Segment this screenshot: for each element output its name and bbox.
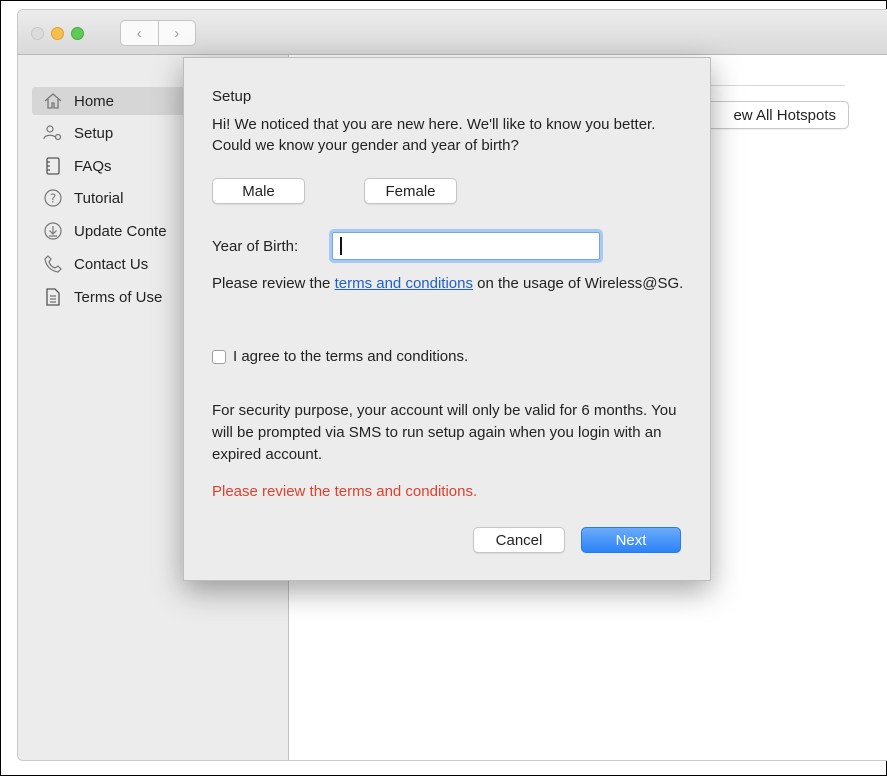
sidebar-item-setup[interactable]: Setup xyxy=(42,119,113,147)
dialog-title: Setup xyxy=(212,88,252,105)
year-of-birth-label: Year of Birth: xyxy=(212,238,299,255)
terms-link[interactable]: terms and conditions xyxy=(335,275,473,292)
forward-button[interactable]: › xyxy=(157,21,196,45)
sidebar-item-label: Setup xyxy=(74,124,114,142)
next-button[interactable]: Next xyxy=(581,527,681,553)
sidebar-item-label: Update Conte xyxy=(74,222,167,240)
chevron-right-icon: › xyxy=(174,24,180,42)
svg-text:?: ? xyxy=(50,192,56,206)
document-icon xyxy=(42,286,64,308)
navigation-buttons: ‹ › xyxy=(120,20,196,46)
sidebar-item-terms-of-use[interactable]: Terms of Use xyxy=(42,283,162,311)
security-notice: For security purpose, your account will … xyxy=(212,402,677,463)
phone-icon xyxy=(42,253,64,275)
review-suffix: on the usage of Wireless@SG. xyxy=(472,275,684,292)
download-icon xyxy=(42,220,64,242)
agree-terms-label[interactable]: I agree to the terms and conditions. xyxy=(233,348,468,365)
view-all-hotspots-button[interactable]: ew All Hotspots xyxy=(689,101,849,129)
chevron-left-icon: ‹ xyxy=(136,24,142,42)
terms-review-text: Please review the terms and conditions o… xyxy=(212,271,694,296)
zoom-window-button[interactable] xyxy=(71,27,84,40)
home-icon xyxy=(42,90,64,112)
error-message: Please review the terms and conditions. xyxy=(212,483,478,500)
help-icon: ? xyxy=(42,187,64,209)
agree-terms-checkbox[interactable] xyxy=(212,349,226,364)
sidebar-item-label: Contact Us xyxy=(74,255,149,273)
faqs-icon xyxy=(42,155,64,177)
male-button[interactable]: Male xyxy=(212,178,305,204)
sidebar-item-label: Home xyxy=(74,92,115,110)
minimize-window-button[interactable] xyxy=(51,27,64,40)
title-bar: ‹ › xyxy=(18,10,887,55)
dialog-intro-text: Hi! We noticed that you are new here. We… xyxy=(212,116,656,154)
year-of-birth-input[interactable] xyxy=(332,232,600,260)
sidebar-item-update-content[interactable]: Update Conte xyxy=(42,217,167,245)
screenshot-frame: ‹ › Home Setup FAQs ? Tutorial Update Co… xyxy=(0,0,887,776)
setup-dialog: Setup Hi! We noticed that you are new he… xyxy=(183,57,711,581)
close-window-button[interactable] xyxy=(31,27,44,40)
female-button[interactable]: Female xyxy=(364,178,457,204)
cancel-button[interactable]: Cancel xyxy=(473,527,565,553)
sidebar-item-label: Terms of Use xyxy=(74,288,163,306)
sidebar-item-contact-us[interactable]: Contact Us xyxy=(42,250,148,278)
sidebar-item-faqs[interactable]: FAQs xyxy=(42,152,112,180)
setup-icon xyxy=(42,122,64,144)
sidebar-item-label: FAQs xyxy=(74,157,112,175)
text-cursor xyxy=(340,237,342,255)
sidebar-item-tutorial[interactable]: ? Tutorial xyxy=(42,184,123,212)
back-button[interactable]: ‹ xyxy=(121,21,158,45)
sidebar-item-label: Tutorial xyxy=(74,189,124,207)
review-prefix: Please review the xyxy=(212,275,335,292)
agree-terms-row[interactable]: I agree to the terms and conditions. xyxy=(212,348,468,365)
